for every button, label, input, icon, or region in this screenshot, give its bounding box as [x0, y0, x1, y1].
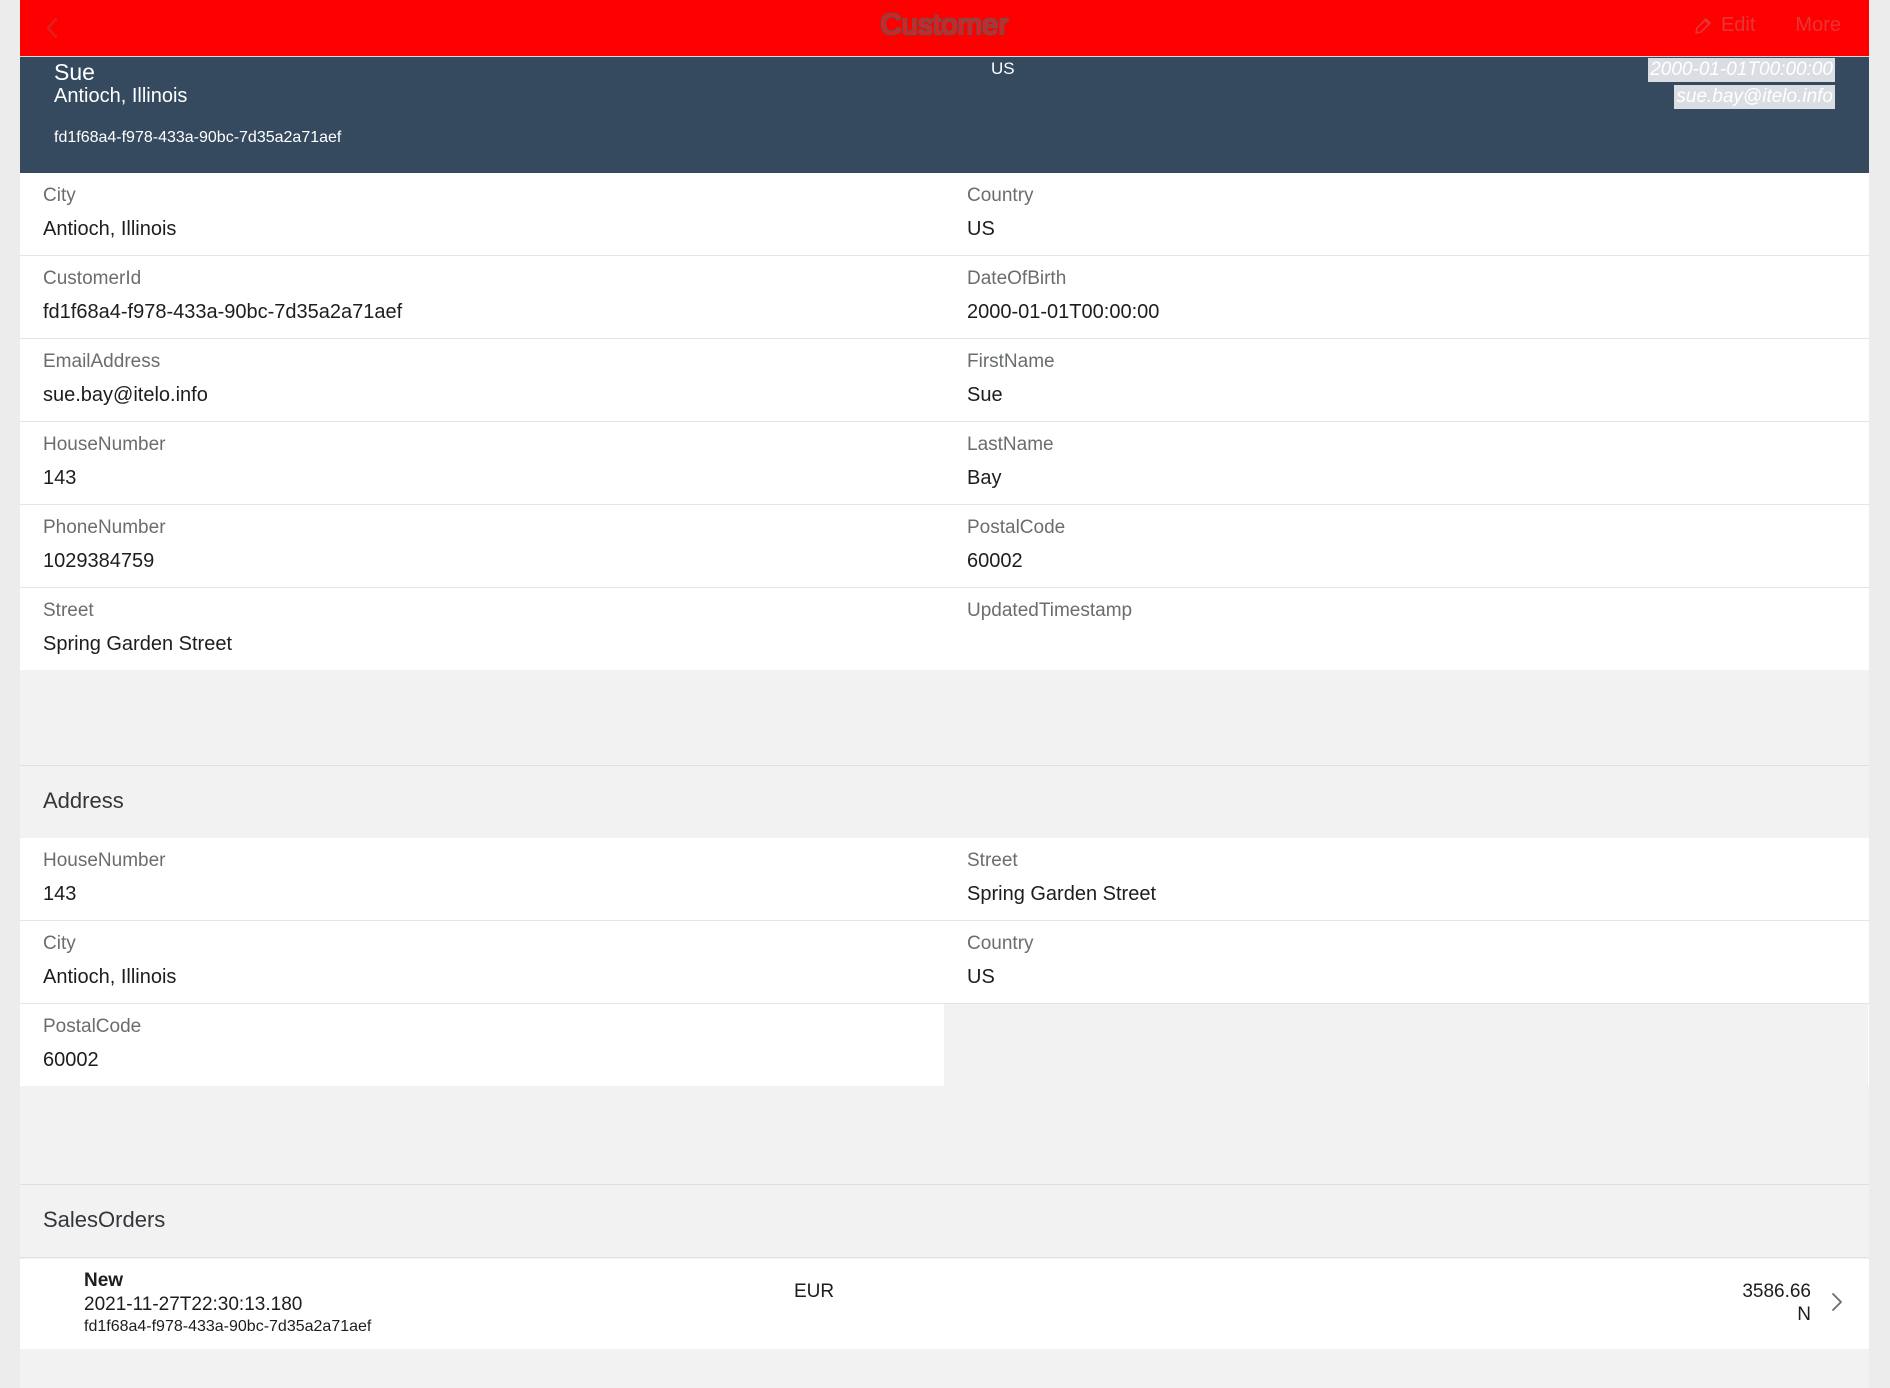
order-created: 2021-11-27T22:30:13.180 [84, 1294, 303, 1315]
kv-cell-last-name: LastName Bay [944, 422, 1868, 504]
kv-value: Spring Garden Street [967, 883, 1156, 905]
kv-value: Sue [967, 384, 1003, 406]
kv-cell-country: Country US [944, 921, 1868, 1003]
kv-cell-empty [944, 1004, 1868, 1086]
kv-label: DateOfBirth [967, 268, 1067, 289]
kv-cell-city: City Antioch, Illinois [20, 173, 944, 255]
kv-value: Bay [967, 467, 1002, 489]
address-section-header: Address [20, 765, 1869, 839]
edit-icon [1695, 17, 1711, 34]
kv-label: Country [967, 933, 1034, 954]
kv-label: LastName [967, 434, 1054, 455]
sales-order-list-item[interactable]: New 2021-11-27T22:30:13.180 fd1f68a4-f97… [20, 1259, 1869, 1349]
kv-value: Spring Garden Street [43, 633, 232, 655]
kv-label: PostalCode [967, 517, 1066, 538]
kv-row: CustomerId fd1f68a4-f978-433a-90bc-7d35a… [20, 256, 1869, 339]
header-country: US [991, 59, 1015, 78]
section-title: Address [43, 788, 124, 813]
kv-row: HouseNumber 143 LastName Bay [20, 422, 1869, 505]
kv-cell-first-name: FirstName Sue [944, 339, 1868, 421]
address-details: HouseNumber 143 Street Spring Garden Str… [20, 838, 1869, 1086]
header-title: Sue [54, 59, 95, 85]
order-flag: N [1797, 1304, 1811, 1325]
kv-value: US [967, 218, 995, 240]
kv-cell-phone: PhoneNumber 1029384759 [20, 505, 944, 587]
kv-value: 1029384759 [43, 550, 155, 572]
kv-cell-date-of-birth: DateOfBirth 2000-01-01T00:00:00 [944, 256, 1868, 338]
kv-label: City [43, 933, 76, 954]
nav-actions: Edit More [1693, 14, 1841, 37]
kv-label: PhoneNumber [43, 517, 166, 538]
kv-row: EmailAddress sue.bay@itelo.info FirstNam… [20, 339, 1869, 422]
kv-label: City [43, 185, 76, 206]
kv-cell-street: Street Spring Garden Street [944, 838, 1868, 920]
edit-label: Edit [1720, 14, 1756, 36]
kv-label: EmailAddress [43, 351, 161, 372]
section-title: SalesOrders [43, 1207, 166, 1232]
kv-label: UpdatedTimestamp [967, 600, 1133, 621]
page-title: Customer [880, 9, 1009, 41]
kv-row: PostalCode 60002 [20, 1004, 1869, 1086]
kv-label: HouseNumber [43, 434, 166, 455]
kv-label: HouseNumber [43, 850, 166, 871]
header-id: fd1f68a4-f978-433a-90bc-7d35a2a71aef [54, 129, 342, 146]
kv-value: Antioch, Illinois [43, 218, 177, 240]
kv-value: Antioch, Illinois [43, 966, 177, 988]
kv-cell-house-number: HouseNumber 143 [20, 422, 944, 504]
kv-cell-updated-timestamp: UpdatedTimestamp [944, 588, 1868, 670]
kv-label: Street [43, 600, 94, 621]
chevron-right-icon [1832, 1293, 1842, 1311]
kv-label: FirstName [967, 351, 1055, 372]
kv-value: 2000-01-01T00:00:00 [967, 301, 1160, 323]
order-amount: 3586.66 [1742, 1281, 1811, 1302]
sales-orders-section-header: SalesOrders [20, 1184, 1869, 1258]
edit-button[interactable]: Edit [1693, 14, 1755, 37]
app-window: Customer Edit More Sue Antioch, Illinois… [20, 0, 1869, 1388]
kv-value: sue.bay@itelo.info [43, 384, 208, 406]
header-email: sue.bay@itelo.info [1674, 85, 1835, 109]
nav-bar: Customer Edit More [20, 0, 1869, 57]
kv-cell-postal-code: PostalCode 60002 [20, 1004, 944, 1086]
kv-cell-customer-id: CustomerId fd1f68a4-f978-433a-90bc-7d35a… [20, 256, 944, 338]
kv-row: City Antioch, Illinois Country US [20, 173, 1869, 256]
header-subtitle: Antioch, Illinois [54, 85, 188, 107]
kv-row: PhoneNumber 1029384759 PostalCode 60002 [20, 505, 1869, 588]
kv-row: City Antioch, Illinois Country US [20, 921, 1869, 1004]
customer-details: City Antioch, Illinois Country US Custom… [20, 173, 1869, 670]
object-header: Sue Antioch, Illinois fd1f68a4-f978-433a… [20, 57, 1869, 173]
more-label: More [1795, 14, 1841, 36]
kv-cell-country: Country US [944, 173, 1868, 255]
kv-label: PostalCode [43, 1016, 142, 1037]
kv-value: US [967, 966, 995, 988]
header-date: 2000-01-01T00:00:00 [1648, 58, 1835, 82]
kv-row: Street Spring Garden Street UpdatedTimes… [20, 588, 1869, 670]
kv-label: Country [967, 185, 1034, 206]
kv-value: 60002 [967, 550, 1023, 572]
kv-value: 143 [43, 883, 77, 905]
kv-value: 143 [43, 467, 77, 489]
kv-label: Street [967, 850, 1018, 871]
kv-value: 60002 [43, 1049, 99, 1071]
kv-cell-email: EmailAddress sue.bay@itelo.info [20, 339, 944, 421]
kv-cell-house-number: HouseNumber 143 [20, 838, 944, 920]
order-status: New [84, 1270, 124, 1291]
kv-cell-city: City Antioch, Illinois [20, 921, 944, 1003]
kv-cell-street: Street Spring Garden Street [20, 588, 944, 670]
more-button[interactable]: More [1795, 14, 1841, 37]
kv-label: CustomerId [43, 268, 142, 289]
order-customer-id: fd1f68a4-f978-433a-90bc-7d35a2a71aef [84, 1318, 372, 1335]
kv-cell-postal-code: PostalCode 60002 [944, 505, 1868, 587]
kv-row: HouseNumber 143 Street Spring Garden Str… [20, 838, 1869, 921]
order-currency: EUR [794, 1281, 835, 1302]
kv-value: fd1f68a4-f978-433a-90bc-7d35a2a71aef [43, 301, 403, 323]
